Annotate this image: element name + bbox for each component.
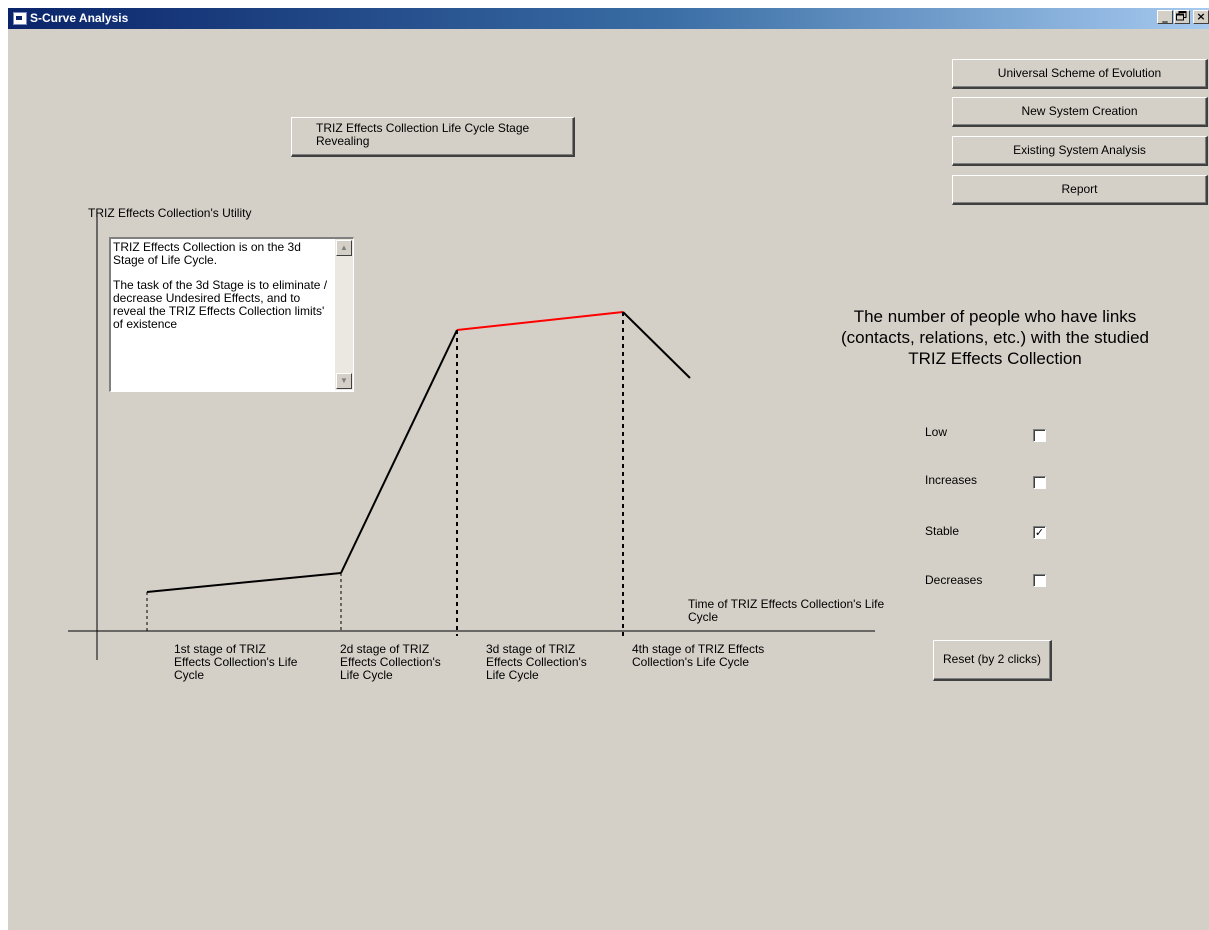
stage-2-label: 2d stage of TRIZ Effects Collection's Li…: [340, 642, 441, 682]
people-links-heading: The number of people who have links (con…: [840, 307, 1150, 368]
life-cycle-stage-revealing-button[interactable]: TRIZ Effects Collection Life Cycle Stage…: [291, 117, 575, 157]
stage-4-label: 4th stage of TRIZ Effects Collection's L…: [632, 642, 765, 669]
option-increases-label: Increases: [925, 473, 978, 487]
existing-system-analysis-button[interactable]: Existing System Analysis: [952, 136, 1208, 166]
curve-stage-3: [456, 311, 624, 331]
new-system-creation-label: New System Creation: [1021, 104, 1138, 118]
stage-description-textbox[interactable]: TRIZ Effects Collection is on the 3d Sta…: [109, 237, 354, 392]
stage-3-label: 3d stage of TRIZ Effects Collection's Li…: [486, 642, 587, 682]
new-system-creation-button[interactable]: New System Creation: [952, 97, 1208, 127]
option-low-label: Low: [925, 425, 948, 439]
x-axis-label: Time of TRIZ Effects Collection's Life C…: [688, 597, 885, 624]
option-decreases-checkbox[interactable]: [1033, 574, 1046, 587]
curve-stage-4: [622, 311, 691, 379]
report-button[interactable]: Report: [952, 175, 1208, 205]
universal-scheme-label: Universal Scheme of Evolution: [997, 66, 1162, 80]
curve-stage-1: [146, 572, 342, 593]
vertical-scrollbar[interactable]: ▲ ▼: [335, 239, 353, 390]
stage-description-content: TRIZ Effects Collection is on the 3d Sta…: [113, 241, 331, 343]
scroll-down-button[interactable]: ▼: [336, 373, 352, 389]
option-increases-checkbox[interactable]: [1033, 476, 1046, 489]
stage-description-paragraph-1: TRIZ Effects Collection is on the 3d Sta…: [113, 240, 301, 267]
existing-system-analysis-label: Existing System Analysis: [1013, 143, 1146, 157]
y-axis-label: TRIZ Effects Collection's Utility: [88, 206, 252, 220]
universal-scheme-button[interactable]: Universal Scheme of Evolution: [952, 59, 1208, 89]
option-stable-label: Stable: [925, 524, 960, 538]
reset-label: Reset (by 2 clicks): [942, 652, 1042, 666]
option-low-checkbox[interactable]: [1033, 429, 1046, 442]
report-label: Report: [1061, 182, 1098, 196]
curve-stage-2: [340, 329, 458, 574]
option-stable-checkbox[interactable]: ✓: [1033, 526, 1046, 539]
option-decreases-label: Decreases: [925, 573, 983, 587]
stage-1-label: 1st stage of TRIZ Effects Collection's L…: [174, 642, 298, 682]
stage-description-paragraph-2: The task of the 3d Stage is to eliminate…: [113, 278, 328, 331]
life-cycle-stage-revealing-label: TRIZ Effects Collection Life Cycle Stage…: [316, 121, 530, 148]
reset-button[interactable]: Reset (by 2 clicks): [933, 640, 1052, 681]
scroll-up-button[interactable]: ▲: [336, 240, 352, 256]
